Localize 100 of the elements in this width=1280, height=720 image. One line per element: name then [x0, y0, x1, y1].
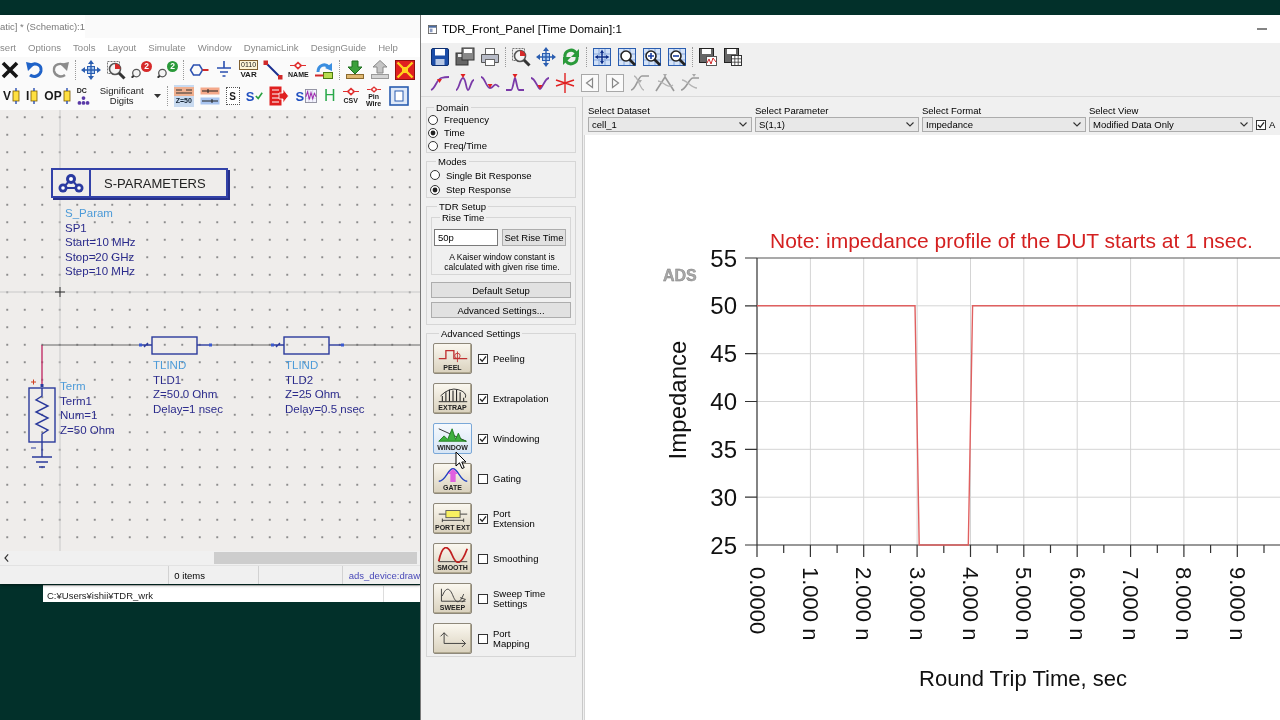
rise-time-field[interactable]: 50p — [434, 229, 498, 246]
dropdown[interactable]: cell_1 — [588, 117, 752, 132]
curve-marker-icon[interactable] — [455, 73, 475, 93]
radio-label[interactable]: Step Response — [446, 184, 511, 196]
save-icon[interactable] — [430, 46, 450, 67]
menu-item[interactable]: Window — [197, 42, 232, 53]
ground-icon[interactable] — [214, 59, 234, 80]
dropdown[interactable]: Modified Data Only — [1089, 117, 1253, 132]
floppy-stack-icon[interactable] — [455, 46, 475, 67]
square-frame-icon[interactable] — [388, 86, 409, 106]
menu-item[interactable]: Help — [378, 42, 398, 53]
dropdown[interactable]: S(1,1) — [755, 117, 919, 132]
s-check-button[interactable]: S — [245, 86, 264, 106]
wire-icon[interactable] — [263, 59, 284, 80]
set-rise-time-button[interactable]: Set Rise Time — [502, 229, 566, 246]
checkbox[interactable] — [478, 433, 488, 444]
transmission-line-symbol[interactable] — [271, 336, 344, 355]
menu-item[interactable]: Layout — [107, 42, 137, 53]
checkbox[interactable] — [478, 553, 488, 564]
menu-item[interactable]: Simulate — [148, 42, 186, 53]
floppy-chart-icon[interactable] — [698, 46, 718, 67]
magnifier-grid-icon[interactable] — [617, 46, 637, 67]
undo-icon[interactable] — [25, 59, 45, 80]
default-setup-button[interactable]: Default Setup — [431, 282, 571, 298]
checkbox[interactable] — [478, 633, 488, 644]
radio-button[interactable] — [428, 114, 438, 125]
zoom-out-button[interactable]: 2 — [157, 59, 178, 80]
crossed-box-icon[interactable] — [394, 59, 415, 80]
refresh-icon[interactable] — [561, 46, 581, 67]
parameter-text: Z=25 Ohm — [285, 387, 341, 402]
terminal-resistor-symbol[interactable] — [28, 379, 56, 468]
advanced-settings-button[interactable]: Advanced Settings... — [431, 302, 571, 318]
checkbox-label[interactable]: Sweep Time Settings — [493, 588, 549, 609]
simulation-block[interactable]: S-PARAMETERS — [51, 168, 228, 198]
redo-icon[interactable] — [50, 59, 70, 80]
bar-samples-icon — [436, 386, 469, 403]
checkbox-label[interactable]: Gating — [493, 473, 521, 484]
instance-name: TLD2 — [285, 372, 315, 387]
grid-arrows-icon[interactable] — [592, 46, 612, 67]
coupled-lines-icon[interactable] — [199, 86, 220, 106]
menu-item[interactable]: sert — [0, 42, 16, 53]
curve-marker-icon[interactable] — [505, 73, 525, 93]
zoom-in-button[interactable]: 2 — [131, 59, 152, 80]
radio-label[interactable]: Single Bit Response — [446, 169, 532, 181]
menu-item[interactable]: Tools — [73, 42, 96, 53]
menu-item[interactable]: DesignGuide — [310, 42, 367, 53]
checkbox-label[interactable]: Peeling — [493, 353, 525, 364]
voltage-probe-button[interactable]: V — [3, 86, 20, 106]
floppy-table-icon[interactable] — [723, 46, 743, 67]
checkbox-label[interactable]: Port Extension — [493, 508, 549, 529]
menu-item[interactable]: DynamicLink — [243, 42, 299, 53]
tick-label: 30 — [710, 483, 737, 511]
move-arrows-icon[interactable] — [81, 59, 101, 80]
radio-label[interactable]: Time — [444, 127, 465, 138]
printer-icon[interactable] — [480, 46, 500, 67]
menu-item[interactable]: Options — [28, 42, 62, 53]
checkbox[interactable] — [478, 353, 488, 364]
chevron-left-icon[interactable] — [4, 554, 9, 562]
current-probe-button[interactable]: I — [26, 86, 39, 106]
tick-label: 9.000 n — [1224, 567, 1250, 641]
curve-marker-icon[interactable] — [430, 73, 450, 93]
arrow-sheet-icon[interactable] — [269, 86, 290, 106]
checkbox-label[interactable]: A — [1269, 119, 1276, 130]
s-box-button[interactable]: S — [225, 87, 240, 105]
port-mapping-button[interactable] — [433, 623, 472, 654]
crossed-lines-icon[interactable] — [555, 73, 575, 93]
checkbox[interactable] — [478, 513, 488, 524]
transmission-line-symbol[interactable] — [139, 336, 212, 355]
radio-label[interactable]: Frequency — [444, 114, 489, 125]
zoom-in-icon[interactable] — [642, 46, 662, 67]
bell-curve-icon — [436, 466, 469, 483]
radio-button[interactable] — [430, 184, 440, 195]
component-type: Term — [60, 379, 87, 394]
scrollbar-thumb[interactable] — [214, 552, 417, 564]
radio-button[interactable] — [428, 140, 438, 151]
field-label: Select Parameter — [755, 104, 829, 117]
checkbox-label[interactable]: Windowing — [493, 433, 540, 444]
probe-icon — [30, 88, 39, 104]
caret-icon — [153, 94, 161, 98]
checkbox-label[interactable]: Port Mapping — [493, 628, 549, 649]
s-wave-button[interactable]: S — [295, 86, 318, 106]
radio-button[interactable] — [428, 127, 438, 138]
significant-digits-dropdown[interactable]: Significant Digits — [95, 85, 161, 107]
checkbox-label[interactable]: Smoothing — [493, 553, 539, 564]
magnifier-icon[interactable] — [511, 46, 531, 67]
tick-label: 2.000 n — [851, 567, 877, 641]
checkbox[interactable] — [478, 393, 488, 404]
radio-button[interactable] — [430, 170, 440, 181]
zoom-out-icon[interactable] — [667, 46, 687, 67]
checkbox[interactable] — [478, 473, 488, 484]
checkbox-label[interactable]: Extrapolation — [493, 393, 549, 404]
op-probe-button[interactable]: OP — [44, 86, 71, 106]
x-icon[interactable] — [0, 59, 20, 80]
down-arrow-icon[interactable] — [344, 59, 365, 80]
dropdown[interactable]: Impedance — [922, 117, 1086, 132]
checkbox[interactable] — [478, 593, 488, 604]
radio-label[interactable]: Freq/Time — [444, 140, 487, 151]
move-arrows-icon[interactable] — [536, 46, 556, 67]
checkbox[interactable] — [1256, 119, 1266, 130]
magnifier-icon[interactable] — [106, 59, 126, 80]
